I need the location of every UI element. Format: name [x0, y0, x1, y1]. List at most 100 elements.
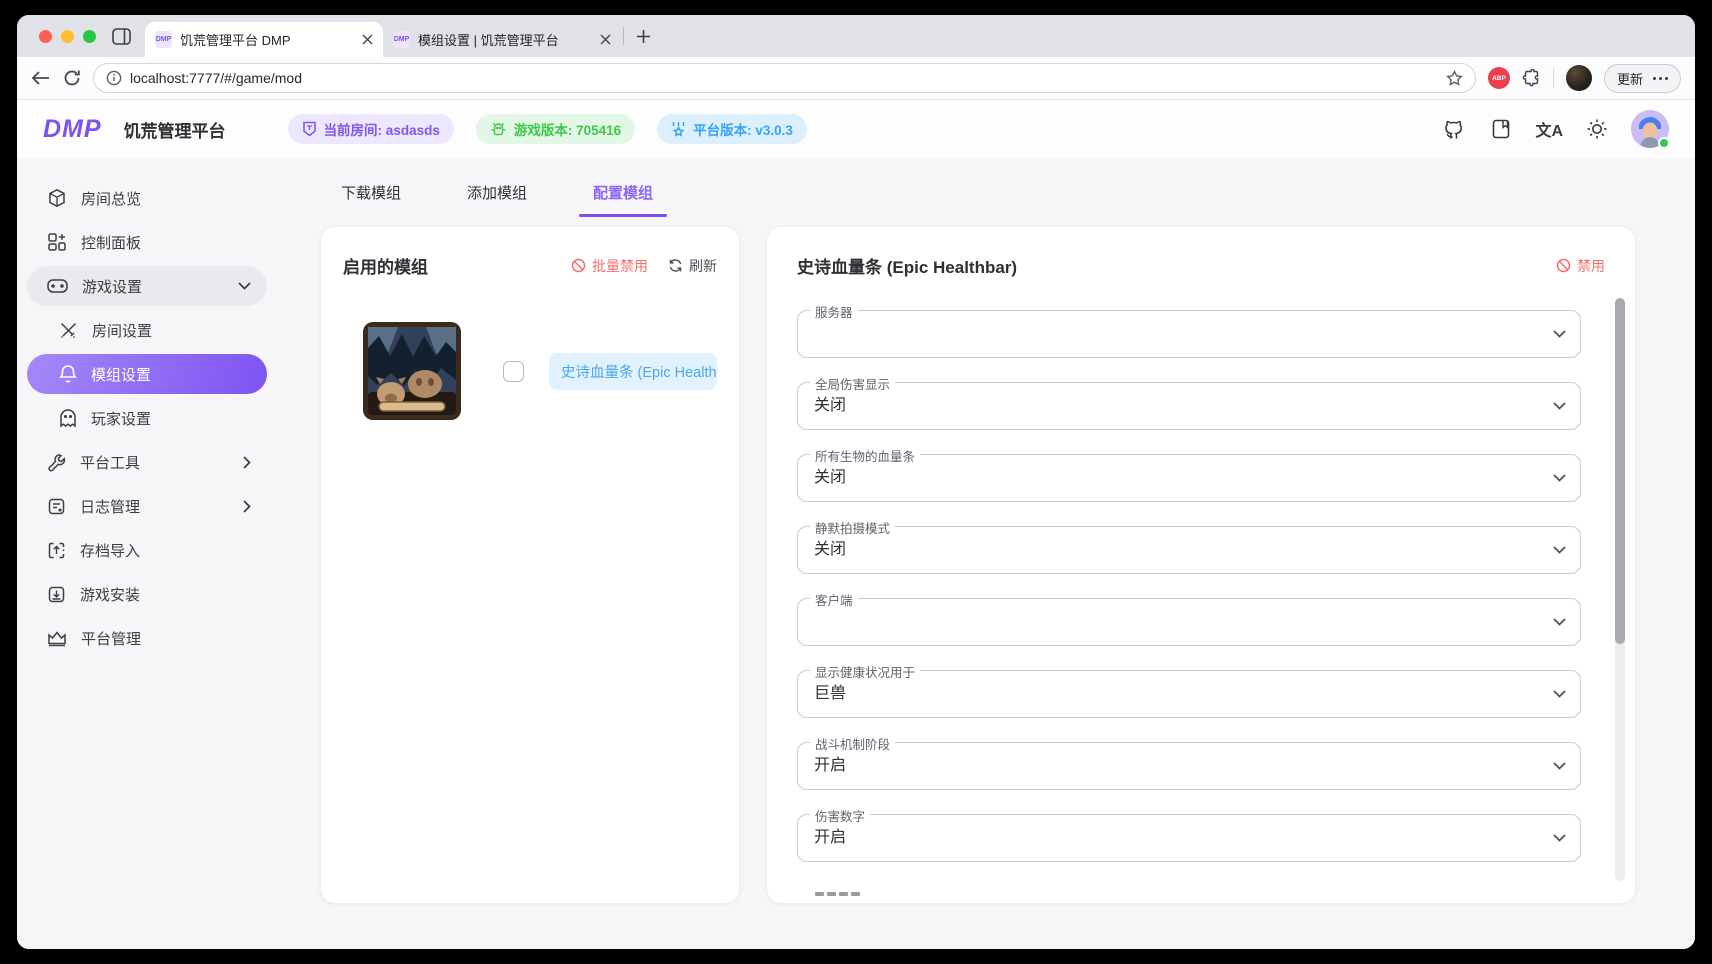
mod-checkbox[interactable] — [503, 361, 524, 382]
header-icons: 文A — [1444, 110, 1669, 148]
game-version-text: 游戏版本: 705416 — [514, 119, 621, 139]
sidebar-item-mod-settings[interactable]: 模组设置 — [27, 354, 267, 394]
browser-profile-avatar[interactable] — [1566, 65, 1592, 91]
chevron-down-icon — [1553, 546, 1566, 554]
select-global-damage-display[interactable]: 全局伤害显示 关闭 — [797, 382, 1581, 430]
select-client[interactable]: 客户端 — [797, 598, 1581, 646]
select-show-health-for[interactable]: 显示健康状况用于 巨兽 — [797, 670, 1581, 718]
update-label: 更新 — [1617, 69, 1643, 88]
panel-scrollbar-thumb[interactable] — [1615, 298, 1625, 644]
platform-version-text: 平台版本: v3.0.3 — [693, 119, 793, 139]
app-header: DMP 饥荒管理平台 当前房间: asdasds 游戏版本: 705416 — [17, 100, 1695, 158]
tab-overview-icon[interactable] — [112, 28, 131, 45]
field-value — [798, 325, 814, 342]
site-info-icon[interactable] — [106, 70, 122, 86]
translate-icon[interactable]: 文A — [1535, 117, 1563, 141]
sidebar: 房间总览 控制面板 游戏设置 — [17, 158, 287, 949]
sidebar-item-platform-management[interactable]: 平台管理 — [27, 618, 267, 658]
online-status-dot — [1658, 137, 1670, 149]
field-value: 关闭 — [798, 541, 846, 558]
browser-tab-active[interactable]: DMP 饥荒管理平台 DMP — [145, 22, 383, 57]
theme-sun-icon[interactable] — [1586, 118, 1608, 140]
panel-scrollbar-track — [1615, 298, 1625, 881]
app-title: 饥荒管理平台 — [124, 117, 226, 142]
disable-mod-button[interactable]: 禁用 — [1556, 256, 1605, 276]
minimize-window-button[interactable] — [61, 30, 74, 43]
tab-add-mods[interactable]: 添加模组 — [453, 170, 541, 217]
select-combat-mechanic-phase[interactable]: 战斗机制阶段 开启 — [797, 742, 1581, 790]
sidebar-item-label: 游戏安装 — [80, 584, 251, 605]
select-silent-capture-mode[interactable]: 静默拍摄模式 关闭 — [797, 526, 1581, 574]
sidebar-item-control-panel[interactable]: 控制面板 — [27, 222, 267, 262]
field-label: 显示健康状况用于 — [810, 662, 920, 681]
update-button[interactable]: 更新 — [1604, 64, 1681, 93]
tab-title: 模组设置 | 饥荒管理平台 — [418, 30, 592, 49]
sidebar-item-label: 模组设置 — [91, 364, 251, 385]
sidebar-item-label: 存档导入 — [80, 540, 251, 561]
field-value: 关闭 — [798, 469, 846, 486]
back-icon[interactable] — [31, 70, 51, 86]
gamepad-icon — [47, 278, 68, 294]
game-version-badge: 游戏版本: 705416 — [476, 114, 635, 144]
field-label: 伤害数字 — [810, 806, 870, 825]
mod-list-item: 史诗血量条 (Epic Healthbar — [343, 322, 717, 420]
clipped-field-label — [797, 886, 1581, 896]
chevron-down-icon — [1553, 690, 1566, 698]
batch-disable-button[interactable]: 批量禁用 — [571, 256, 648, 276]
new-tab-button[interactable] — [636, 29, 651, 44]
address-bar[interactable]: localhost:7777/#/game/mod — [93, 63, 1476, 93]
close-window-button[interactable] — [39, 30, 52, 43]
sidebar-item-label: 游戏设置 — [82, 276, 224, 297]
mod-tabs: 下载模组 添加模组 配置模组 — [321, 170, 1635, 217]
enabled-mods-panel: 启用的模组 批量禁用 刷新 — [321, 227, 739, 903]
sidebar-item-game-settings[interactable]: 游戏设置 — [27, 266, 267, 306]
cube-icon — [47, 188, 67, 208]
github-icon[interactable] — [1444, 118, 1467, 141]
dmp-favicon-icon: DMP — [393, 31, 410, 48]
docs-book-icon[interactable] — [1490, 118, 1512, 140]
adblock-extension-icon[interactable]: ABP — [1488, 67, 1510, 89]
sidebar-item-platform-tools[interactable]: 平台工具 — [27, 442, 267, 482]
mod-config-panel: 史诗血量条 (Epic Healthbar) 禁用 服务器 — [767, 227, 1635, 903]
no-entry-icon — [571, 258, 586, 273]
field-label: 静默拍摄模式 — [810, 518, 895, 537]
chevron-down-icon — [1553, 474, 1566, 482]
more-menu-icon[interactable] — [1653, 77, 1668, 80]
current-room-text: 当前房间: asdasds — [324, 119, 440, 139]
chevron-down-icon — [1553, 762, 1566, 770]
chevron-right-icon — [243, 456, 251, 469]
sidebar-item-log-management[interactable]: 日志管理 — [27, 486, 267, 526]
chevron-down-icon — [1553, 834, 1566, 842]
sidebar-item-player-settings[interactable]: 玩家设置 — [27, 398, 267, 438]
no-entry-icon — [1556, 258, 1571, 273]
clipped-next-field — [797, 886, 1581, 900]
sidebar-item-game-install[interactable]: 游戏安装 — [27, 574, 267, 614]
sidebar-item-label: 日志管理 — [80, 496, 229, 517]
mod-name-pill[interactable]: 史诗血量条 (Epic Healthbar — [549, 353, 717, 390]
content-area: 下载模组 添加模组 配置模组 启用的模组 批量禁用 — [287, 158, 1695, 949]
zoom-window-button[interactable] — [83, 30, 96, 43]
tab-divider — [623, 27, 624, 45]
select-damage-numbers[interactable]: 伤害数字 开启 — [797, 814, 1581, 862]
config-fields: 服务器 全局伤害显示 关闭 所有生物的血量条 关闭 — [797, 310, 1605, 900]
extensions-puzzle-icon[interactable] — [1522, 69, 1541, 88]
wrench-icon — [47, 453, 66, 472]
refresh-button[interactable]: 刷新 — [668, 256, 717, 276]
dmp-logo: DMP — [43, 115, 102, 144]
close-tab-icon[interactable] — [362, 34, 373, 45]
user-avatar[interactable] — [1631, 110, 1669, 148]
dmp-favicon-icon: DMP — [155, 31, 172, 48]
sidebar-item-room-overview[interactable]: 房间总览 — [27, 178, 267, 218]
browser-tab-inactive[interactable]: DMP 模组设置 | 饥荒管理平台 — [383, 22, 621, 57]
select-all-creatures-healthbar[interactable]: 所有生物的血量条 关闭 — [797, 454, 1581, 502]
close-tab-icon[interactable] — [600, 34, 611, 45]
reload-icon[interactable] — [63, 69, 81, 87]
bookmark-star-icon[interactable] — [1446, 70, 1463, 87]
sidebar-item-save-import[interactable]: 存档导入 — [27, 530, 267, 570]
field-label: 全局伤害显示 — [810, 374, 895, 393]
tab-configure-mods[interactable]: 配置模组 — [579, 170, 667, 217]
select-server[interactable]: 服务器 — [797, 310, 1581, 358]
tab-download-mods[interactable]: 下载模组 — [327, 170, 415, 217]
browser-toolbar: localhost:7777/#/game/mod ABP 更新 — [17, 57, 1695, 100]
sidebar-item-room-settings[interactable]: 房间设置 — [27, 310, 267, 350]
